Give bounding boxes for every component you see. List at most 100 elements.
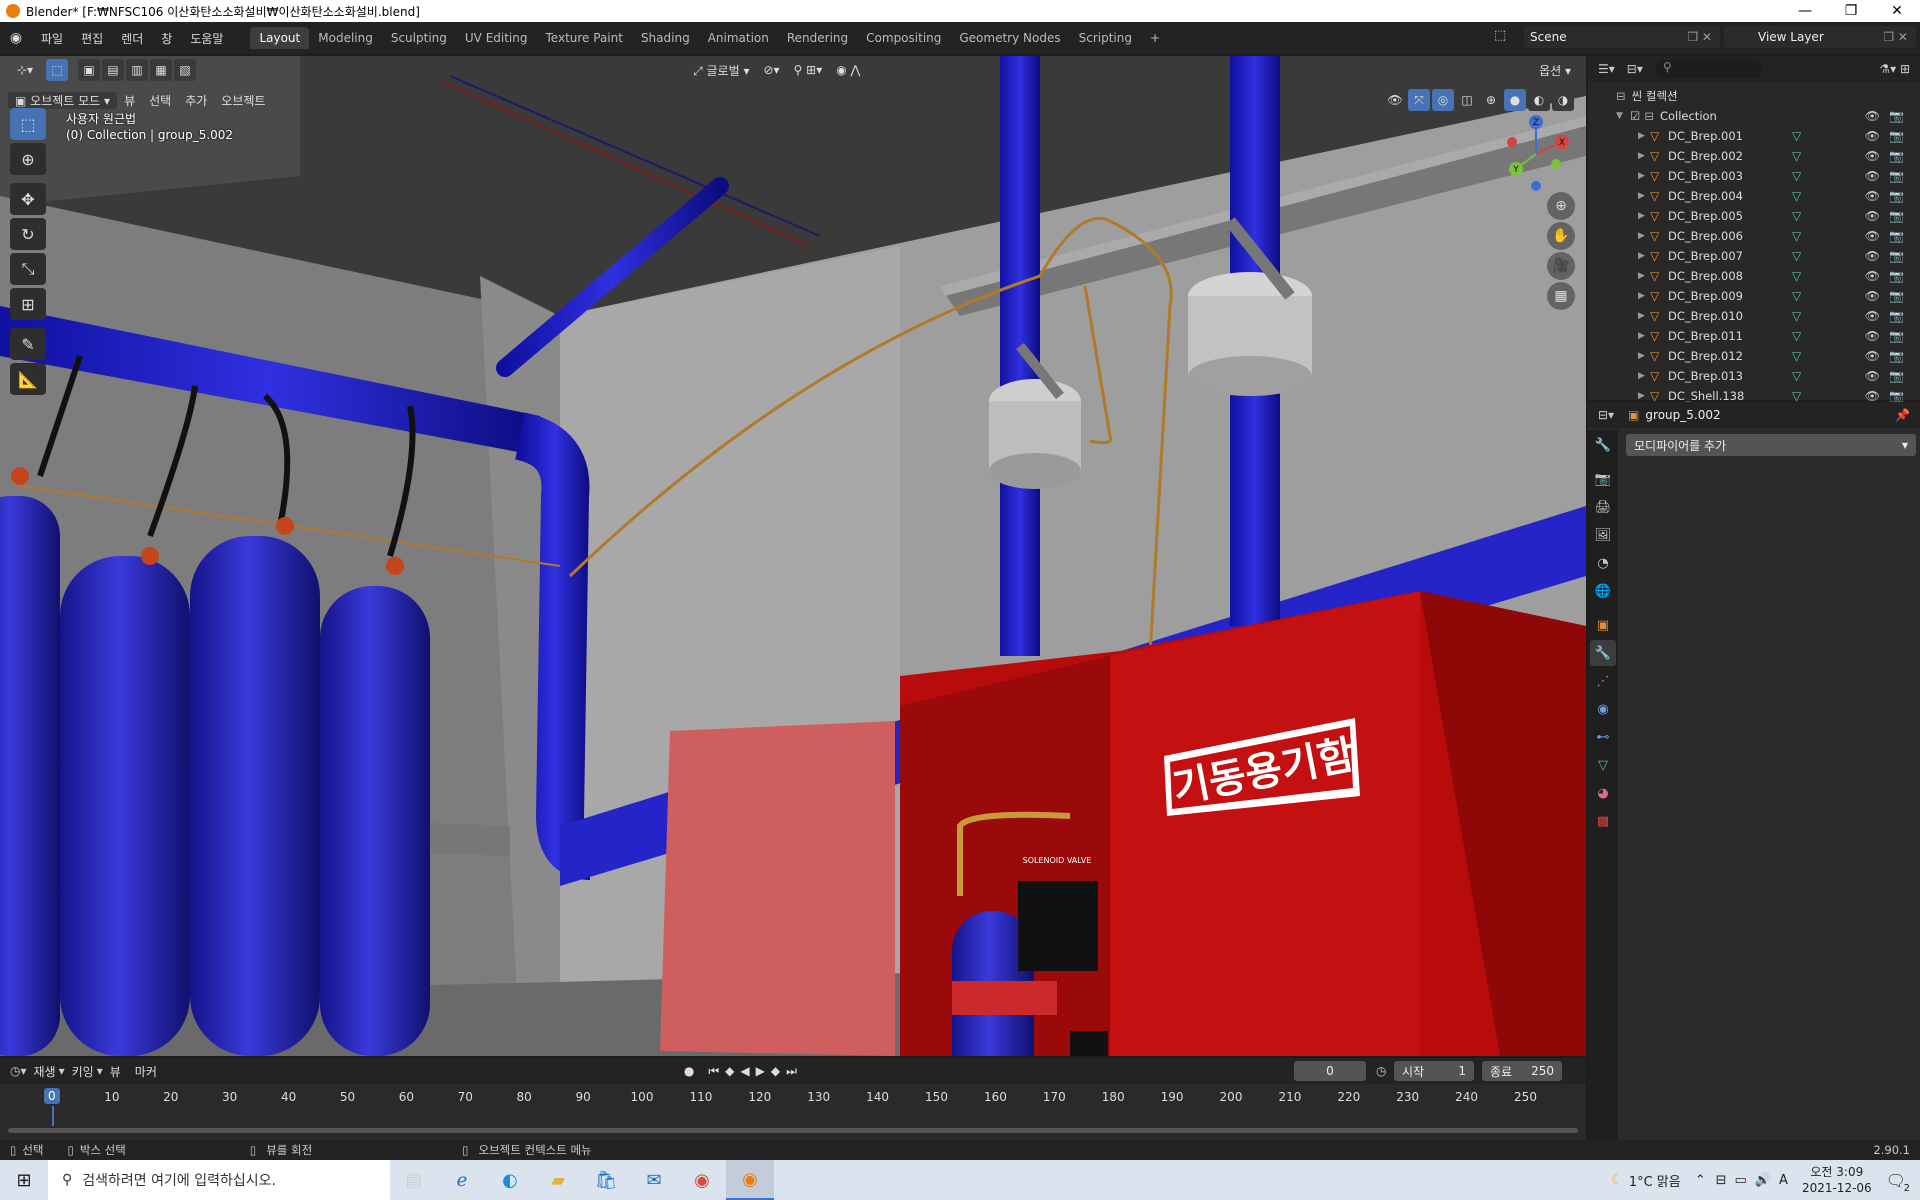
outliner-item[interactable]: ▶ ▽ DC_Brep.006 ▽ 👁 📷 — [1588, 226, 1920, 246]
minimize-button[interactable]: — — [1782, 0, 1828, 22]
gizmo-toggle-icon[interactable]: ⤧ — [1408, 89, 1430, 111]
expand-icon[interactable]: ▶ — [1638, 191, 1650, 201]
outliner-item[interactable]: ▶ ▽ DC_Brep.003 ▽ 👁 📷 — [1588, 166, 1920, 186]
mesh-data-icon[interactable]: ▽ — [1792, 229, 1801, 243]
menu-file[interactable]: 파일 — [32, 30, 72, 47]
tool-tab-icon[interactable]: 🔧 — [1590, 432, 1616, 458]
outliner-item[interactable]: ▶ ▽ DC_Brep.012 ▽ 👁 📷 — [1588, 346, 1920, 366]
transform-tool-icon[interactable]: ⊞ — [10, 288, 46, 320]
internet-explorer-icon[interactable]: ℯ — [438, 1160, 486, 1200]
physics-tab-icon[interactable]: ◉ — [1590, 696, 1616, 722]
blender-taskbar-icon[interactable]: ◉ — [726, 1160, 774, 1200]
expand-icon[interactable]: ▶ — [1638, 331, 1650, 341]
scene-copy-icon[interactable]: ❐ ✕ — [1687, 30, 1720, 44]
annotate-tool-icon[interactable]: ✎ — [10, 328, 46, 360]
close-button[interactable]: ✕ — [1874, 0, 1920, 22]
material-tab-icon[interactable]: ◕ — [1590, 780, 1616, 806]
network-icon[interactable]: ⊟ — [1716, 1173, 1727, 1188]
eye-icon[interactable]: 👁 — [1865, 229, 1880, 243]
monitor-icon[interactable]: ▭ — [1735, 1173, 1747, 1188]
expand-icon[interactable]: ▶ — [1638, 371, 1650, 381]
mesh-data-icon[interactable]: ▽ — [1792, 129, 1801, 143]
render-camera-icon[interactable]: 📷 — [1889, 169, 1904, 183]
render-camera-icon[interactable]: 📷 — [1889, 269, 1904, 283]
outliner-editor-icon[interactable]: ☰▾ — [1598, 62, 1615, 76]
outliner-item[interactable]: ▶ ▽ DC_Brep.010 ▽ 👁 📷 — [1588, 306, 1920, 326]
mesh-data-icon[interactable]: ▽ — [1792, 369, 1801, 383]
select-box-subtract-icon[interactable]: ▥ — [126, 59, 149, 81]
chrome-icon[interactable]: ◉ — [678, 1160, 726, 1200]
mesh-data-icon[interactable]: ▽ — [1792, 349, 1801, 363]
outliner-item[interactable]: ▶ ▽ DC_Brep.002 ▽ 👁 📷 — [1588, 146, 1920, 166]
menu-window[interactable]: 창 — [152, 30, 181, 47]
mesh-data-icon[interactable]: ▽ — [1792, 289, 1801, 303]
mesh-data-icon[interactable]: ▽ — [1792, 189, 1801, 203]
render-camera-icon[interactable]: 📷 — [1889, 389, 1904, 403]
maximize-button[interactable]: ❐ — [1828, 0, 1874, 22]
playhead-frame-indicator[interactable]: 0 — [44, 1088, 60, 1104]
constraints-tab-icon[interactable]: ⊷ — [1590, 724, 1616, 750]
collection-checkbox[interactable]: ☑ — [1630, 109, 1640, 123]
eye-icon[interactable]: 👁 — [1865, 109, 1880, 123]
scene-selector[interactable]: Scene ❐ ✕ — [1524, 26, 1720, 48]
overlay-toggle-icon[interactable]: ◎ — [1432, 89, 1454, 111]
texture-tab-icon[interactable]: ▩ — [1590, 808, 1616, 834]
expand-icon[interactable]: ▶ — [1638, 291, 1650, 301]
menu-help[interactable]: 도움말 — [181, 30, 232, 47]
tab-geometry-nodes[interactable]: Geometry Nodes — [950, 27, 1069, 49]
select-box-intersect-icon[interactable]: ▧ — [174, 59, 197, 81]
filter-icon[interactable]: ⚗▾ ⊞ — [1879, 62, 1910, 76]
tab-animation[interactable]: Animation — [699, 27, 778, 49]
render-camera-icon[interactable]: 📷 — [1889, 249, 1904, 263]
mesh-data-icon[interactable]: ▽ — [1792, 269, 1801, 283]
outliner-item[interactable]: ▶ ▽ DC_Brep.001 ▽ 👁 📷 — [1588, 126, 1920, 146]
outliner-item[interactable]: ▶ ▽ DC_Brep.008 ▽ 👁 📷 — [1588, 266, 1920, 286]
microsoft-store-icon[interactable]: 🛍 — [582, 1160, 630, 1200]
expand-icon[interactable]: ▶ — [1638, 271, 1650, 281]
ortho-grid-icon[interactable]: ▦ — [1547, 282, 1575, 310]
expand-icon[interactable]: ▶ — [1638, 211, 1650, 221]
particles-tab-icon[interactable]: ⋰ — [1590, 668, 1616, 694]
windows-start-icon[interactable]: ⊞ — [0, 1160, 48, 1200]
outliner-item[interactable]: ▶ ▽ DC_Brep.013 ▽ 👁 📷 — [1588, 366, 1920, 386]
ime-indicator[interactable]: A — [1779, 1173, 1788, 1188]
eye-icon[interactable]: 👁 — [1865, 249, 1880, 263]
tab-compositing[interactable]: Compositing — [857, 27, 950, 49]
options-dropdown[interactable]: 옵션 ▾ — [1532, 62, 1578, 79]
world-tab-icon[interactable]: 🌐 — [1590, 578, 1616, 604]
mesh-data-icon[interactable]: ▽ — [1792, 389, 1801, 403]
zoom-icon[interactable]: ⊕ — [1547, 192, 1575, 220]
view-layer-selector[interactable]: View Layer ❐ ✕ — [1724, 26, 1916, 48]
collection-row[interactable]: ▼ ☑ ⊟ Collection 👁 📷 — [1588, 106, 1920, 126]
expand-icon[interactable]: ▶ — [1638, 391, 1650, 401]
tab-shading[interactable]: Shading — [632, 27, 699, 49]
add-modifier-dropdown[interactable]: 모디파이어를 추가 ▾ — [1626, 434, 1916, 456]
scene-icon[interactable]: ⬚ — [1494, 28, 1506, 43]
render-camera-icon[interactable]: 📷 — [1889, 369, 1904, 383]
render-camera-icon[interactable]: 📷 — [1889, 289, 1904, 303]
expand-icon[interactable]: ▶ — [1638, 131, 1650, 141]
move-tool-icon[interactable]: ✥ — [10, 183, 46, 215]
file-explorer-icon[interactable]: ▰ — [534, 1160, 582, 1200]
tab-layout[interactable]: Layout — [250, 27, 310, 49]
eye-icon[interactable]: 👁 — [1865, 209, 1880, 223]
outliner-item[interactable]: ▶ ▽ DC_Brep.007 ▽ 👁 📷 — [1588, 246, 1920, 266]
display-mode-icon[interactable]: ⊟▾ — [1627, 62, 1643, 76]
tab-uv-editing[interactable]: UV Editing — [456, 27, 537, 49]
tab-modeling[interactable]: Modeling — [309, 27, 382, 49]
mesh-data-icon[interactable]: ▽ — [1792, 249, 1801, 263]
tray-chevron-up-icon[interactable]: ⌃ — [1695, 1173, 1706, 1188]
collection-expand-icon[interactable]: ▼ — [1616, 111, 1628, 121]
scene-tab-icon[interactable]: ◔ — [1590, 550, 1616, 576]
outliner-item[interactable]: ▶ ▽ DC_Brep.004 ▽ 👁 📷 — [1588, 186, 1920, 206]
object-mode-dropdown[interactable]: ▣ 오브젝트 모드 ▾ — [8, 91, 118, 109]
measure-tool-icon[interactable]: 📐 — [10, 363, 46, 395]
render-camera-icon[interactable]: 📷 — [1889, 129, 1904, 143]
mesh-data-icon[interactable]: ▽ — [1792, 169, 1801, 183]
task-view-icon[interactable]: ▤ — [390, 1160, 438, 1200]
eye-icon[interactable]: 👁 — [1865, 269, 1880, 283]
expand-icon[interactable]: ▶ — [1638, 311, 1650, 321]
mesh-data-icon[interactable]: ▽ — [1792, 149, 1801, 163]
outliner-item[interactable]: ▶ ▽ DC_Brep.011 ▽ 👁 📷 — [1588, 326, 1920, 346]
render-camera-icon[interactable]: 📷 — [1889, 329, 1904, 343]
